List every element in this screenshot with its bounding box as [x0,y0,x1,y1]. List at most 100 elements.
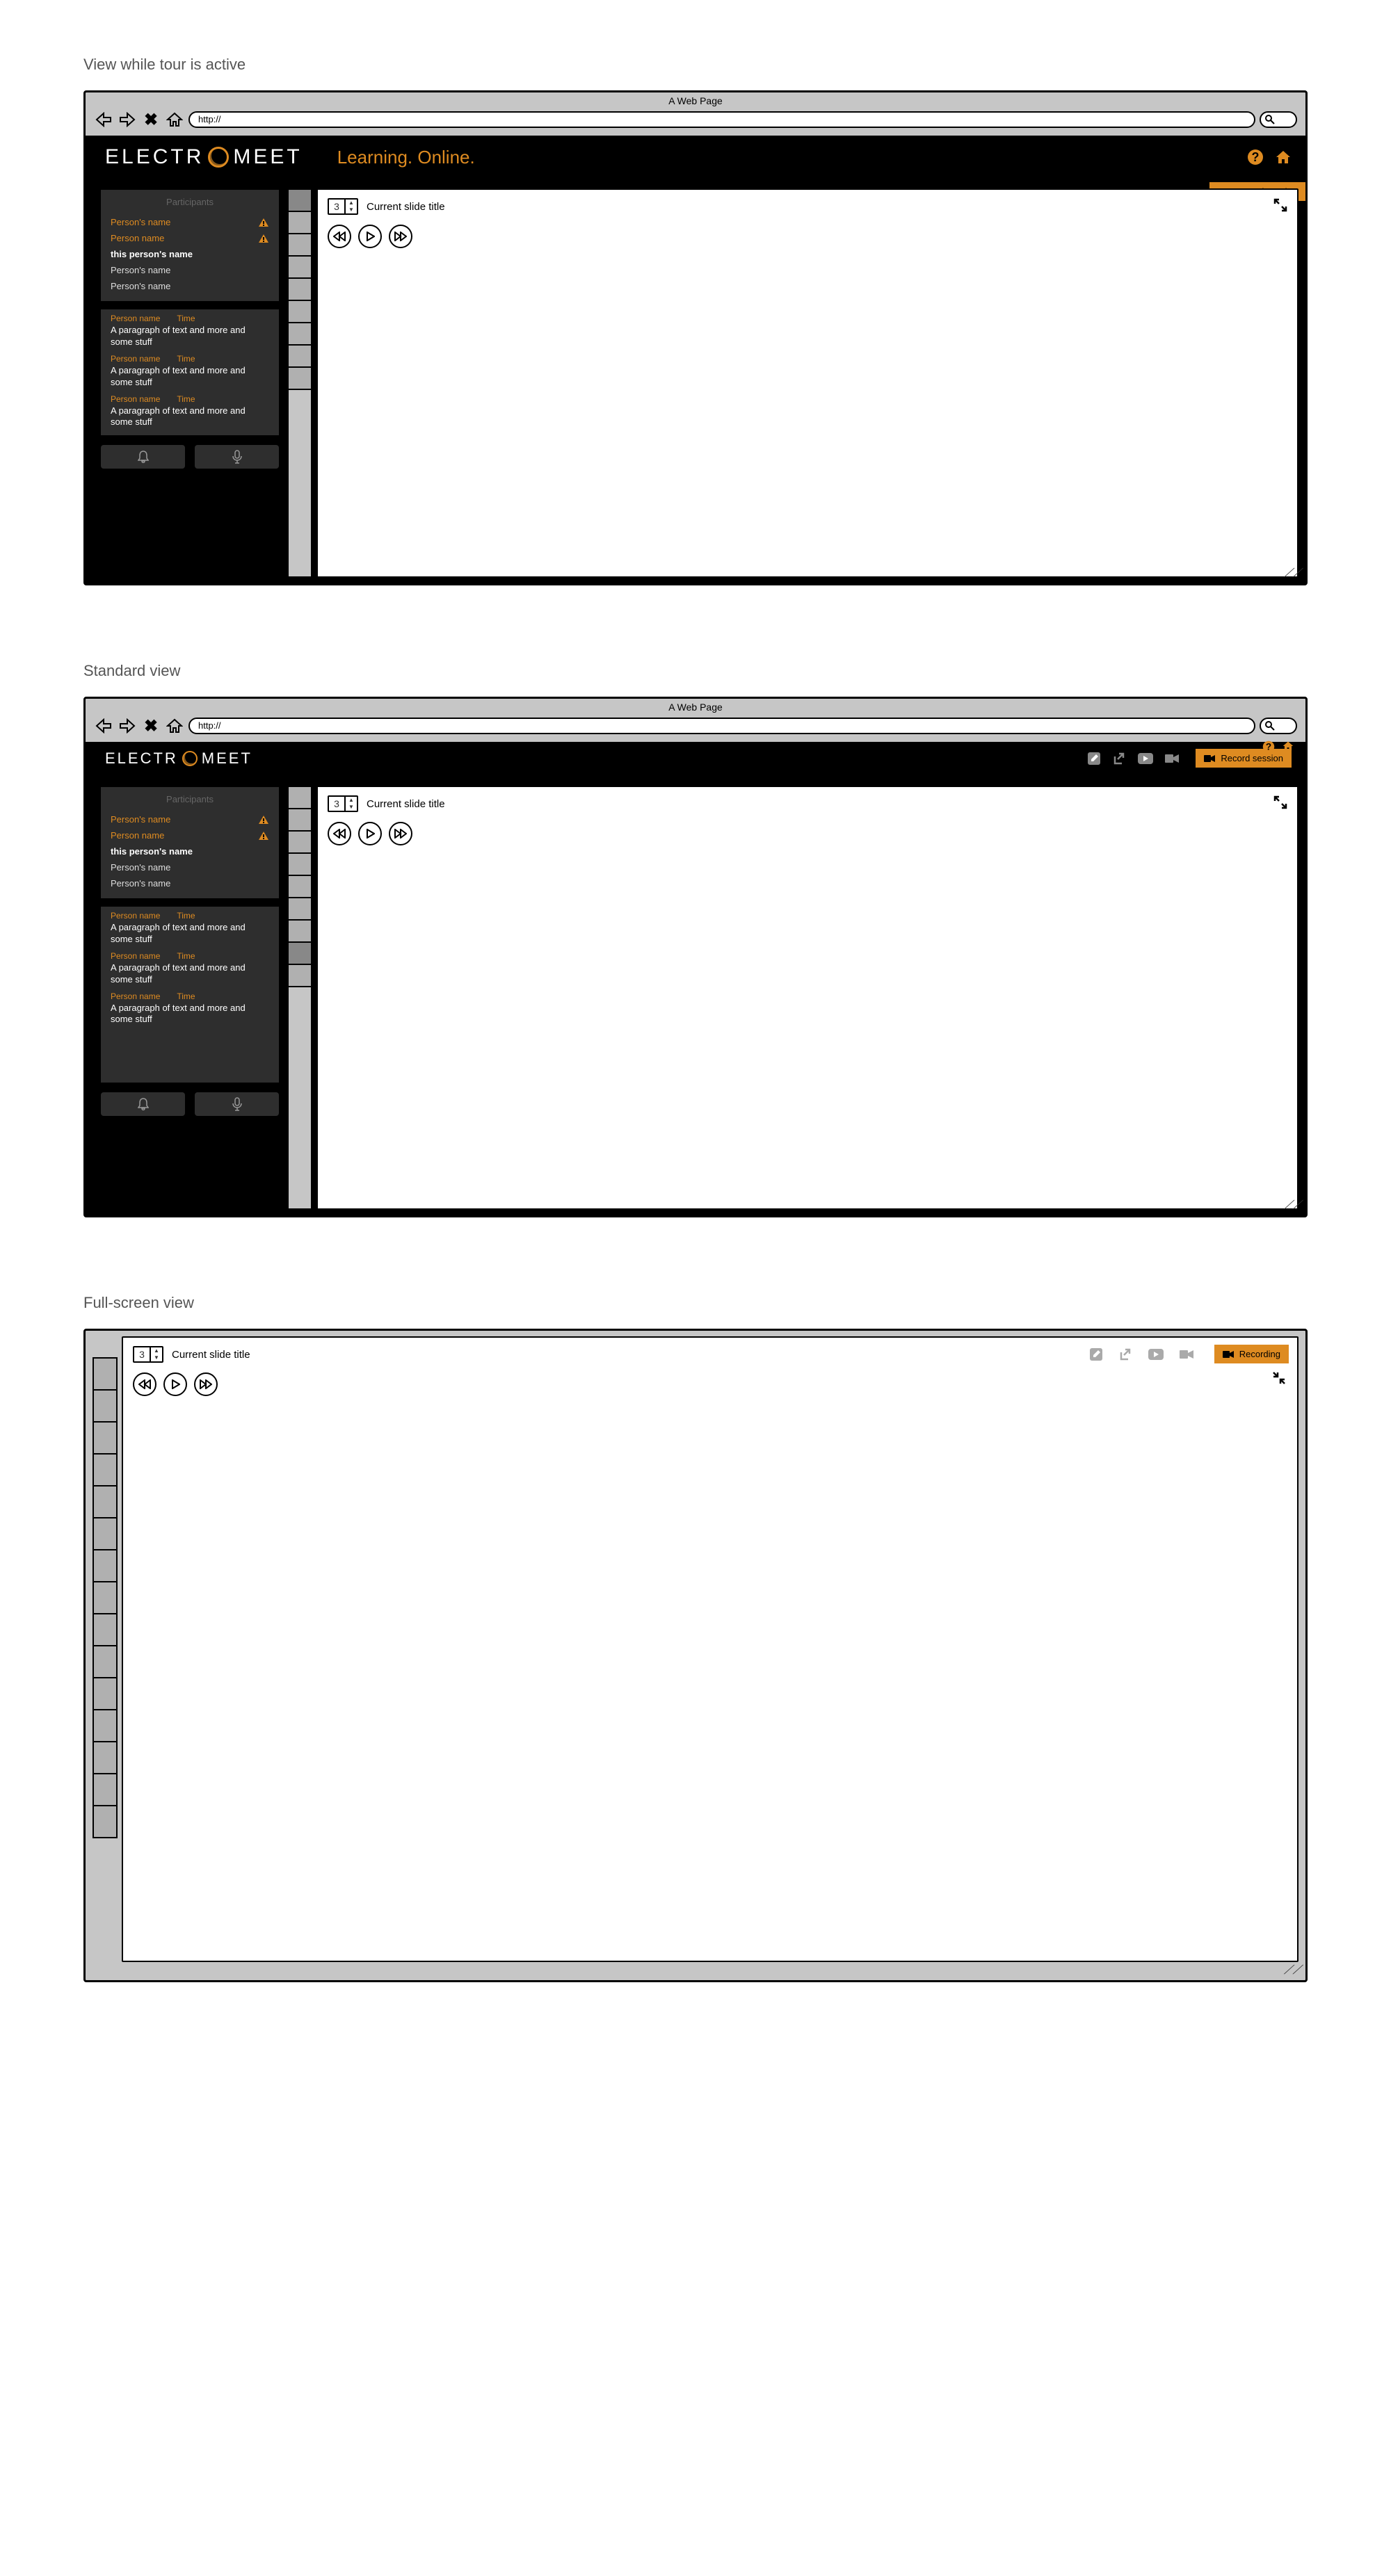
slide-thumbnail[interactable] [289,943,311,965]
url-input[interactable]: http:// [188,111,1255,128]
rewind-button[interactable] [328,822,351,845]
slide-thumbnail[interactable] [93,1805,118,1838]
slide-thumbnail[interactable] [93,1741,118,1774]
slide-thumbnail[interactable] [93,1389,118,1423]
fast-forward-button[interactable] [389,225,412,248]
search-input[interactable] [1260,111,1297,128]
participant-row[interactable]: Person name [101,230,279,246]
slide-thumbnail[interactable] [93,1773,118,1806]
share-icon[interactable] [1112,752,1126,765]
participant-row[interactable]: Person name [101,827,279,843]
back-icon[interactable] [94,111,113,129]
participant-row[interactable]: this person's name [101,843,279,859]
stepper-arrows-icon[interactable]: ▲▼ [346,797,357,811]
play-icon [365,829,375,839]
slide-thumbnail[interactable] [289,279,311,301]
rewind-button[interactable] [133,1372,156,1396]
microphone-button[interactable] [193,1091,280,1117]
youtube-icon[interactable] [1148,1348,1164,1361]
slide-thumbnail[interactable] [289,346,311,368]
slide-number-stepper[interactable]: 3 ▲▼ [328,795,358,812]
slide-thumbnail[interactable] [93,1581,118,1614]
slide-thumbnail[interactable] [289,898,311,921]
slide-number-stepper[interactable]: 3 ▲▼ [328,198,358,215]
section-title-tour: View while tour is active [83,56,1308,74]
slide-thumbnail[interactable] [289,190,311,212]
home-icon[interactable] [165,717,184,735]
participant-row[interactable]: Person's name [101,278,279,294]
slide-thumbnail[interactable] [93,1677,118,1710]
resize-grip-icon[interactable]: ⟋⟋ [1284,1963,1301,1977]
fast-forward-button[interactable] [389,822,412,845]
notifications-button[interactable] [99,1091,186,1117]
participant-row[interactable]: Person's name [101,875,279,891]
rewind-button[interactable] [328,225,351,248]
stop-icon[interactable]: ✖ [141,717,161,735]
slide-thumbnail[interactable] [93,1453,118,1487]
slide-thumbnail[interactable] [93,1421,118,1455]
participant-row[interactable]: Person's name [101,262,279,278]
slide-thumbnail[interactable] [289,212,311,234]
participant-row[interactable]: Person's name [101,214,279,230]
home-icon[interactable] [165,111,184,129]
slide-thumbnail[interactable] [289,234,311,257]
slide-thumbnail[interactable] [93,1357,118,1391]
slide-thumbnail[interactable] [289,854,311,876]
forward-icon[interactable] [118,111,137,129]
help-icon[interactable]: ? [1247,149,1264,165]
resize-grip-icon[interactable]: ⟋⟋ [1284,566,1301,581]
slide-thumbnail[interactable] [93,1613,118,1646]
fast-forward-button[interactable] [194,1372,218,1396]
slide-thumbnail[interactable] [289,301,311,323]
slide-thumbnail[interactable] [289,876,311,898]
slide-thumbnail[interactable] [289,368,311,390]
video-icon[interactable] [1180,1350,1193,1359]
youtube-icon[interactable] [1137,752,1154,765]
record-session-button[interactable]: Record session [1196,749,1292,768]
slide-thumbnail[interactable] [93,1517,118,1550]
slide-thumbnail[interactable] [93,1709,118,1742]
slide-thumbnail[interactable] [289,832,311,854]
back-icon[interactable] [94,717,113,735]
slide-thumbnail[interactable] [289,921,311,943]
share-icon[interactable] [1118,1347,1132,1361]
video-icon[interactable] [1165,754,1179,763]
stop-icon[interactable]: ✖ [141,111,161,129]
stepper-arrows-icon[interactable]: ▲▼ [346,200,357,213]
collapse-icon[interactable] [1272,1371,1286,1385]
slide-thumbnail[interactable] [93,1645,118,1678]
edit-icon[interactable] [1087,752,1101,765]
expand-icon[interactable] [1273,795,1287,809]
recording-button[interactable]: Recording [1214,1345,1289,1363]
microphone-button[interactable] [193,444,280,470]
participant-row[interactable]: Person's name [101,811,279,827]
participant-name: Person's name [111,265,170,275]
slide-thumbnail[interactable] [289,323,311,346]
expand-icon[interactable] [1273,198,1287,212]
slide-thumbnail[interactable] [289,257,311,279]
slide-thumbnail[interactable] [93,1549,118,1582]
play-button[interactable] [358,822,382,845]
play-button[interactable] [163,1372,187,1396]
slide-thumbnail[interactable] [289,809,311,832]
notifications-button[interactable] [99,444,186,470]
home-nav-icon[interactable] [1282,740,1294,752]
edit-icon[interactable] [1089,1347,1103,1361]
participant-row[interactable]: this person's name [101,246,279,262]
participant-row[interactable]: Person's name [101,859,279,875]
slide-number-stepper[interactable]: 3 ▲▼ [133,1346,163,1363]
search-input[interactable] [1260,718,1297,734]
url-input[interactable]: http:// [188,718,1255,734]
resize-grip-icon[interactable]: ⟋⟋ [1284,1198,1301,1213]
slide-thumbnail[interactable] [93,1485,118,1518]
stepper-arrows-icon[interactable]: ▲▼ [151,1347,162,1361]
home-nav-icon[interactable] [1275,149,1292,165]
slide-thumbnail[interactable] [289,965,311,987]
slide-thumbnail[interactable] [289,787,311,809]
chat-entry: Person nameTimeA paragraph of text and m… [101,947,279,987]
help-icon[interactable]: ? [1262,740,1275,753]
chat-panel: Person nameTimeA paragraph of text and m… [99,905,280,1084]
participant-name: Person name [111,233,164,243]
play-button[interactable] [358,225,382,248]
forward-icon[interactable] [118,717,137,735]
